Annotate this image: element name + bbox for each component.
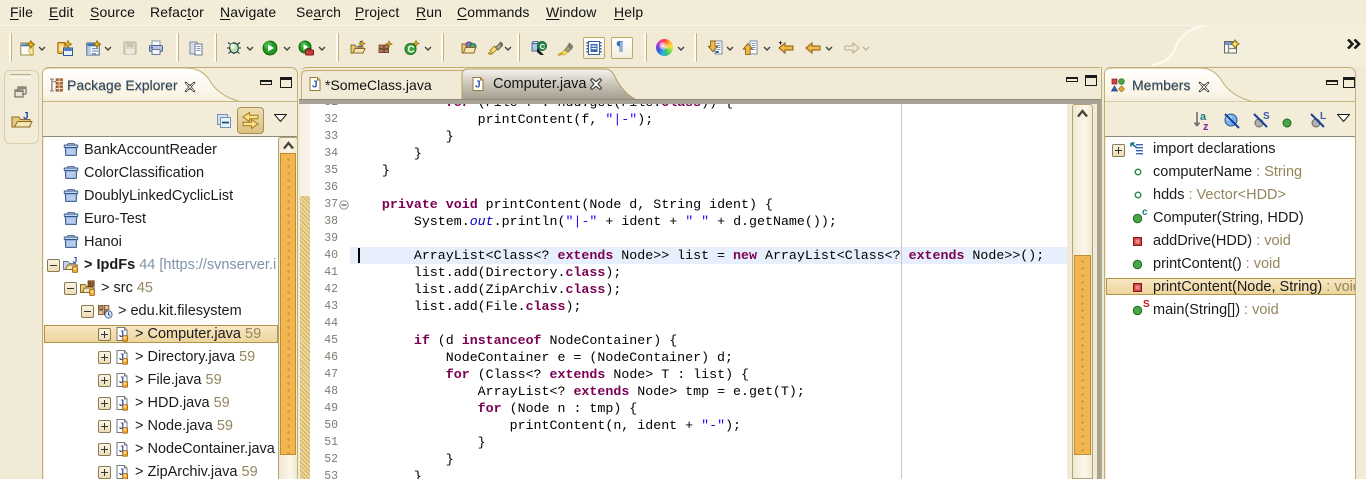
svg-text:J: J [312, 80, 318, 91]
svg-text:L: L [1320, 111, 1326, 122]
svg-text:z: z [1203, 121, 1209, 132]
svg-text:C: C [540, 42, 546, 51]
svg-text:J: J [23, 111, 29, 122]
svg-text:S: S [1263, 111, 1270, 122]
svg-text:J: J [475, 80, 481, 91]
svg-text:C: C [408, 45, 415, 56]
